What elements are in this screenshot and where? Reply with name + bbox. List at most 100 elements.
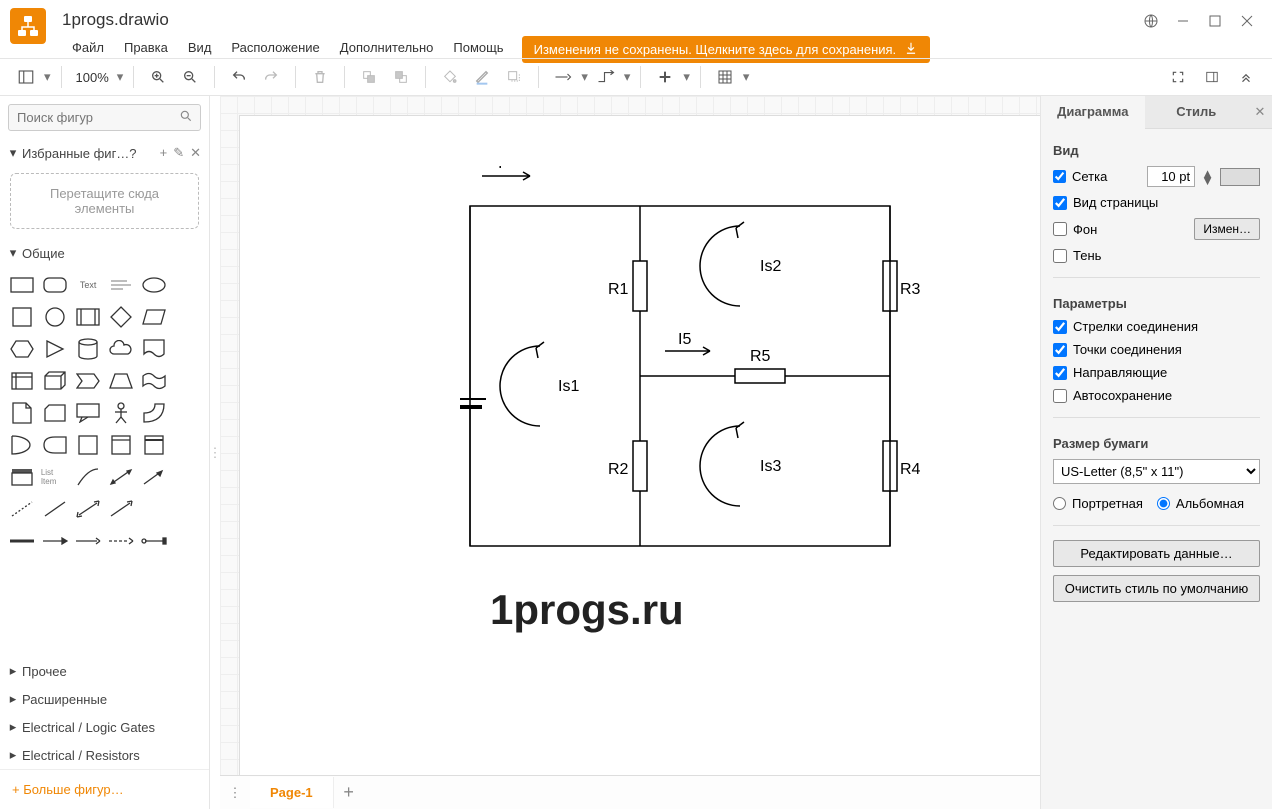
- grid-size-input[interactable]: [1147, 166, 1195, 187]
- chevron-down-icon[interactable]: ▾: [117, 69, 124, 85]
- favorites-drop-zone[interactable]: Перетащите сюда элементы: [10, 173, 199, 229]
- chevron-down-icon[interactable]: ▾: [44, 69, 51, 85]
- shape-internal-storage[interactable]: [8, 367, 37, 395]
- section-other[interactable]: ▸Прочее: [0, 657, 209, 685]
- tab-style[interactable]: Стиль: [1145, 96, 1249, 128]
- shape-data-store[interactable]: [74, 431, 103, 459]
- to-back-icon[interactable]: [387, 63, 415, 91]
- chevron-down-icon[interactable]: ▾: [624, 69, 631, 85]
- guides-checkbox[interactable]: [1053, 366, 1067, 380]
- shape-connection[interactable]: [139, 527, 168, 555]
- zoom-in-icon[interactable]: [144, 63, 172, 91]
- shape-trapezoid[interactable]: [107, 367, 136, 395]
- conn-arrows-checkbox[interactable]: [1053, 320, 1067, 334]
- zoom-out-icon[interactable]: [176, 63, 204, 91]
- shape-circle[interactable]: [41, 303, 70, 331]
- shape-dashed-line[interactable]: [8, 495, 37, 523]
- maximize-button[interactable]: [1206, 12, 1224, 30]
- waypoint-icon[interactable]: [592, 63, 620, 91]
- edit-data-button[interactable]: Редактировать данные…: [1053, 540, 1260, 567]
- panel-close-icon[interactable]: ✕: [1248, 96, 1272, 128]
- shape-curve-line[interactable]: [74, 463, 103, 491]
- delete-icon[interactable]: [306, 63, 334, 91]
- undo-icon[interactable]: [225, 63, 253, 91]
- add-page-button[interactable]: +: [334, 782, 364, 803]
- shape-blank[interactable]: [172, 367, 201, 395]
- line-color-icon[interactable]: [468, 63, 496, 91]
- canvas[interactable]: I U R1 R2 R3 R4 R5 I5 Is1 Is2 Is3 1progs…: [220, 96, 1040, 775]
- shape-callout[interactable]: [74, 399, 103, 427]
- shape-container2[interactable]: [139, 431, 168, 459]
- format-panel-icon[interactable]: [1198, 63, 1226, 91]
- shape-link-arrow[interactable]: [41, 527, 70, 555]
- background-checkbox[interactable]: [1053, 222, 1067, 236]
- shape-link[interactable]: [8, 527, 37, 555]
- drawing-page[interactable]: I U R1 R2 R3 R4 R5 I5 Is1 Is2 Is3 1progs…: [240, 116, 1040, 775]
- shape-link-simple[interactable]: [74, 527, 103, 555]
- shape-list-item[interactable]: List Item: [41, 463, 70, 491]
- shape-blank[interactable]: [139, 495, 168, 523]
- shape-bidir-thin[interactable]: [74, 495, 103, 523]
- autosave-checkbox[interactable]: [1053, 389, 1067, 403]
- search-icon[interactable]: [179, 109, 193, 126]
- left-splitter[interactable]: ⋮: [210, 96, 220, 809]
- shadow-checkbox[interactable]: [1053, 249, 1067, 263]
- chevron-down-icon[interactable]: ▾: [743, 69, 750, 85]
- shape-list[interactable]: [8, 463, 37, 491]
- document-title[interactable]: 1progs.drawio: [62, 6, 1142, 36]
- grid-color-swatch[interactable]: [1220, 168, 1260, 186]
- add-icon[interactable]: +: [160, 145, 168, 161]
- paper-size-select[interactable]: US-Letter (8,5" x 11"): [1053, 459, 1260, 484]
- app-logo[interactable]: [10, 8, 46, 44]
- close-icon[interactable]: ✕: [190, 145, 201, 161]
- landscape-radio[interactable]: [1157, 497, 1170, 510]
- zoom-value[interactable]: 100%: [72, 70, 113, 85]
- chevron-down-icon[interactable]: ▾: [581, 69, 588, 85]
- shape-triangle[interactable]: [41, 335, 70, 363]
- tab-diagram[interactable]: Диаграмма: [1041, 96, 1145, 129]
- page-view-checkbox[interactable]: [1053, 196, 1067, 210]
- grid-checkbox[interactable]: [1053, 170, 1066, 183]
- shape-parallelogram[interactable]: [139, 303, 168, 331]
- shape-blank[interactable]: [172, 463, 201, 491]
- sidebar-toggle-icon[interactable]: [12, 63, 40, 91]
- insert-icon[interactable]: [651, 63, 679, 91]
- shape-dir-thin[interactable]: [107, 495, 136, 523]
- shape-and[interactable]: [41, 431, 70, 459]
- shape-arrow[interactable]: [139, 463, 168, 491]
- shape-curve[interactable]: [139, 399, 168, 427]
- section-general[interactable]: ▾ Общие: [0, 239, 209, 267]
- chevron-down-icon[interactable]: ▾: [683, 69, 690, 85]
- section-favorites[interactable]: ▾ Избранные фиг…? + ✎ ✕: [0, 139, 209, 167]
- section-extended[interactable]: ▸Расширенные: [0, 685, 209, 713]
- change-background-button[interactable]: Измен…: [1194, 218, 1260, 240]
- shape-textbox[interactable]: [107, 271, 136, 299]
- shape-diamond[interactable]: [107, 303, 136, 331]
- shape-hexagon[interactable]: [8, 335, 37, 363]
- shape-container[interactable]: [107, 431, 136, 459]
- shape-note[interactable]: [8, 399, 37, 427]
- edit-icon[interactable]: ✎: [173, 145, 184, 161]
- shape-blank[interactable]: [172, 399, 201, 427]
- shape-rectangle[interactable]: [8, 271, 37, 299]
- search-input[interactable]: [8, 104, 201, 131]
- shape-card[interactable]: [41, 399, 70, 427]
- stepper-down-icon[interactable]: ▼: [1201, 177, 1214, 184]
- close-button[interactable]: [1238, 12, 1256, 30]
- fullscreen-icon[interactable]: [1164, 63, 1192, 91]
- clear-style-button[interactable]: Очистить стиль по умолчанию: [1053, 575, 1260, 602]
- table-icon[interactable]: [711, 63, 739, 91]
- shape-blank[interactable]: [172, 495, 201, 523]
- shape-blank[interactable]: [172, 271, 201, 299]
- page-tab[interactable]: Page-1: [250, 777, 334, 808]
- shape-document[interactable]: [139, 335, 168, 363]
- section-resistors[interactable]: ▸Electrical / Resistors: [0, 741, 209, 769]
- shape-ellipse[interactable]: [139, 271, 168, 299]
- globe-icon[interactable]: [1142, 12, 1160, 30]
- shape-cloud[interactable]: [107, 335, 136, 363]
- portrait-radio[interactable]: [1053, 497, 1066, 510]
- shape-cube[interactable]: [41, 367, 70, 395]
- shape-line[interactable]: [41, 495, 70, 523]
- shape-rounded-rect[interactable]: [41, 271, 70, 299]
- conn-points-checkbox[interactable]: [1053, 343, 1067, 357]
